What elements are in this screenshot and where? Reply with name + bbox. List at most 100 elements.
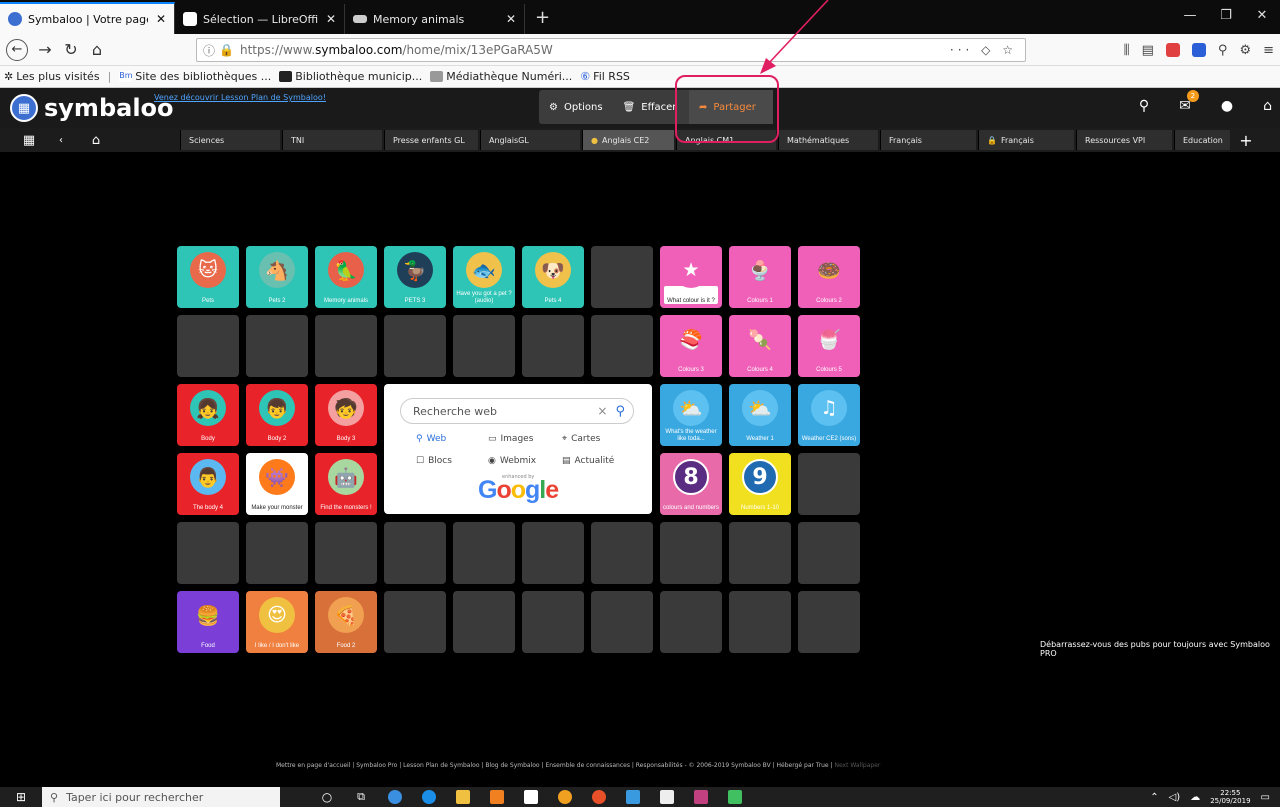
- tile[interactable]: 👾 Make your monster: [246, 453, 308, 515]
- webmix-tab[interactable]: 🔒 Français: [978, 130, 1074, 150]
- webmix-tab[interactable]: Presse enfants GL: [384, 130, 478, 150]
- lesson-plan-link[interactable]: Venez découvrir Lesson Plan de Symbaloo!: [154, 93, 326, 102]
- empty-tile[interactable]: [315, 315, 377, 377]
- tile[interactable]: ⛅ What's the weather like toda...: [660, 384, 722, 446]
- writer-icon[interactable]: [616, 787, 650, 807]
- home-tab-icon[interactable]: ⌂: [84, 128, 108, 152]
- taskbar-search-input[interactable]: ⚲ Taper ici pour rechercher: [42, 787, 280, 807]
- volume-icon[interactable]: ◁): [1169, 792, 1181, 803]
- empty-tile[interactable]: [453, 315, 515, 377]
- more-actions-icon[interactable]: ···: [950, 43, 973, 57]
- search-option-images[interactable]: ▭ Images: [488, 434, 533, 444]
- bookmark-library-sites[interactable]: Bm Site des bibliothèques ...: [119, 70, 271, 83]
- page-actions[interactable]: ··· ◇ ☆: [950, 43, 1025, 57]
- footer-links[interactable]: Mettre en page d'accueil | Symbaloo Pro …: [276, 762, 880, 769]
- clear-icon[interactable]: ×: [597, 404, 607, 418]
- webmix-tab[interactable]: Education: [1174, 130, 1230, 150]
- tile[interactable]: 🤖 Find the monsters !: [315, 453, 377, 515]
- vlc-icon[interactable]: [480, 787, 514, 807]
- search-option-webmix[interactable]: ◉ Webmix: [488, 456, 536, 466]
- empty-tile[interactable]: [384, 522, 446, 584]
- extension-red-icon[interactable]: [1165, 43, 1180, 57]
- cloud-icon[interactable]: ☁: [1190, 792, 1200, 803]
- tile[interactable]: 🍨 Colours 1: [729, 246, 791, 308]
- tile[interactable]: 👦 Body 2: [246, 384, 308, 446]
- empty-tile[interactable]: [177, 522, 239, 584]
- empty-tile[interactable]: [453, 522, 515, 584]
- tile[interactable]: 🍔 Food: [177, 591, 239, 653]
- webmix-tab[interactable]: TNI: [282, 130, 382, 150]
- app-orange-icon[interactable]: [548, 787, 582, 807]
- empty-tile[interactable]: [660, 522, 722, 584]
- search-option-blocs[interactable]: ☐ Blocs: [416, 456, 452, 466]
- empty-tile[interactable]: [384, 315, 446, 377]
- tab-memory-animals[interactable]: Memory animals ✕: [345, 4, 525, 34]
- tile[interactable]: 🦆 PETS 3: [384, 246, 446, 308]
- clock[interactable]: 22:55 25/09/2019: [1210, 789, 1250, 805]
- search-icon[interactable]: ⚲: [1139, 98, 1149, 114]
- info-icon[interactable]: ⓘ: [203, 42, 215, 59]
- home-icon[interactable]: ⌂: [84, 37, 110, 63]
- tile[interactable]: 🍩 Colours 2: [798, 246, 860, 308]
- home-icon[interactable]: ⌂: [1263, 98, 1272, 114]
- promo-text[interactable]: Débarrassez-vous des pubs pour toujours …: [1040, 640, 1280, 658]
- empty-tile[interactable]: [591, 315, 653, 377]
- chevron-up-icon[interactable]: ⌃: [1150, 792, 1158, 803]
- grid-menu-icon[interactable]: ▦: [14, 128, 44, 152]
- new-tab-button[interactable]: +: [525, 7, 560, 34]
- firefox-icon[interactable]: [582, 787, 616, 807]
- search-option-maps[interactable]: ⌖ Cartes: [562, 434, 600, 444]
- tile[interactable]: 🦜 Memory animals: [315, 246, 377, 308]
- webmix-tab-active[interactable]: ● Anglais CE2: [582, 130, 674, 150]
- tile[interactable]: 👨 The body 4: [177, 453, 239, 515]
- bookmark-star-icon[interactable]: ☆: [1002, 43, 1017, 57]
- tile[interactable]: 🍡 Colours 4: [729, 315, 791, 377]
- options-button[interactable]: ⚙ Options: [539, 90, 613, 124]
- webmix-tab[interactable]: Ressources VPI: [1076, 130, 1172, 150]
- empty-tile[interactable]: [522, 591, 584, 653]
- tile[interactable]: ⛅ Weather 1: [729, 384, 791, 446]
- bookmark-most-visited[interactable]: ✲ Les plus visités: [4, 70, 100, 83]
- empty-tile[interactable]: [522, 315, 584, 377]
- app-icon[interactable]: [378, 787, 412, 807]
- bookmark-municipal-library[interactable]: Bibliothèque municip...: [279, 70, 422, 83]
- pocket-icon[interactable]: ◇: [981, 43, 994, 57]
- footer-text[interactable]: Mettre en page d'accueil | Symbaloo Pro …: [276, 762, 833, 769]
- tile[interactable]: 🧒 Body 3: [315, 384, 377, 446]
- tile[interactable]: ★ What colour is it ?: [660, 246, 722, 308]
- webmix-tab[interactable]: Sciences: [180, 130, 280, 150]
- tab-libreoffice-help[interactable]: Sélection — LibreOffice Help ✕: [175, 4, 345, 34]
- empty-tile[interactable]: [453, 591, 515, 653]
- extension-gear-icon[interactable]: ⚙: [1239, 43, 1251, 58]
- app-white-icon[interactable]: [650, 787, 684, 807]
- next-wallpaper-link[interactable]: Next Wallpaper: [834, 762, 880, 769]
- tile[interactable]: 🐱 Pets: [177, 246, 239, 308]
- mail-icon[interactable]: ✉ 2: [1179, 90, 1199, 114]
- tile[interactable]: 🍧 Colours 5: [798, 315, 860, 377]
- empty-tile[interactable]: [729, 591, 791, 653]
- cortana-icon[interactable]: ○: [310, 787, 344, 807]
- menu-icon[interactable]: ≡: [1263, 43, 1274, 58]
- minimize-icon[interactable]: —: [1172, 8, 1208, 23]
- webmix-tab[interactable]: AnglaisGL: [480, 130, 580, 150]
- back-arrow-icon[interactable]: ←: [6, 38, 28, 61]
- tab-symbaloo[interactable]: Symbaloo | Votre page d'accue ✕: [0, 2, 175, 34]
- tile[interactable]: 🐟 Have you got a pet ? (audio): [453, 246, 515, 308]
- search-option-news[interactable]: ▤ Actualité: [562, 456, 614, 466]
- colour-app-icon[interactable]: [718, 787, 752, 807]
- search-icon[interactable]: ⚲: [615, 404, 625, 419]
- sidebar-icon[interactable]: ▤: [1142, 43, 1154, 58]
- empty-tile[interactable]: [798, 522, 860, 584]
- paint-icon[interactable]: [684, 787, 718, 807]
- empty-tile[interactable]: [591, 591, 653, 653]
- close-icon[interactable]: ✕: [148, 12, 166, 26]
- tile[interactable]: ♫ Weather CE2 (sons): [798, 384, 860, 446]
- restore-icon[interactable]: ❐: [1208, 8, 1244, 23]
- empty-tile[interactable]: [591, 522, 653, 584]
- file-explorer-icon[interactable]: [446, 787, 480, 807]
- empty-tile[interactable]: [522, 522, 584, 584]
- search-input[interactable]: Recherche web × ⚲: [400, 398, 634, 424]
- lock-icon[interactable]: 🔒: [219, 43, 234, 57]
- bookmark-rss[interactable]: ⑥ Fil RSS: [580, 70, 630, 83]
- library-icon[interactable]: ⫼: [1124, 43, 1130, 58]
